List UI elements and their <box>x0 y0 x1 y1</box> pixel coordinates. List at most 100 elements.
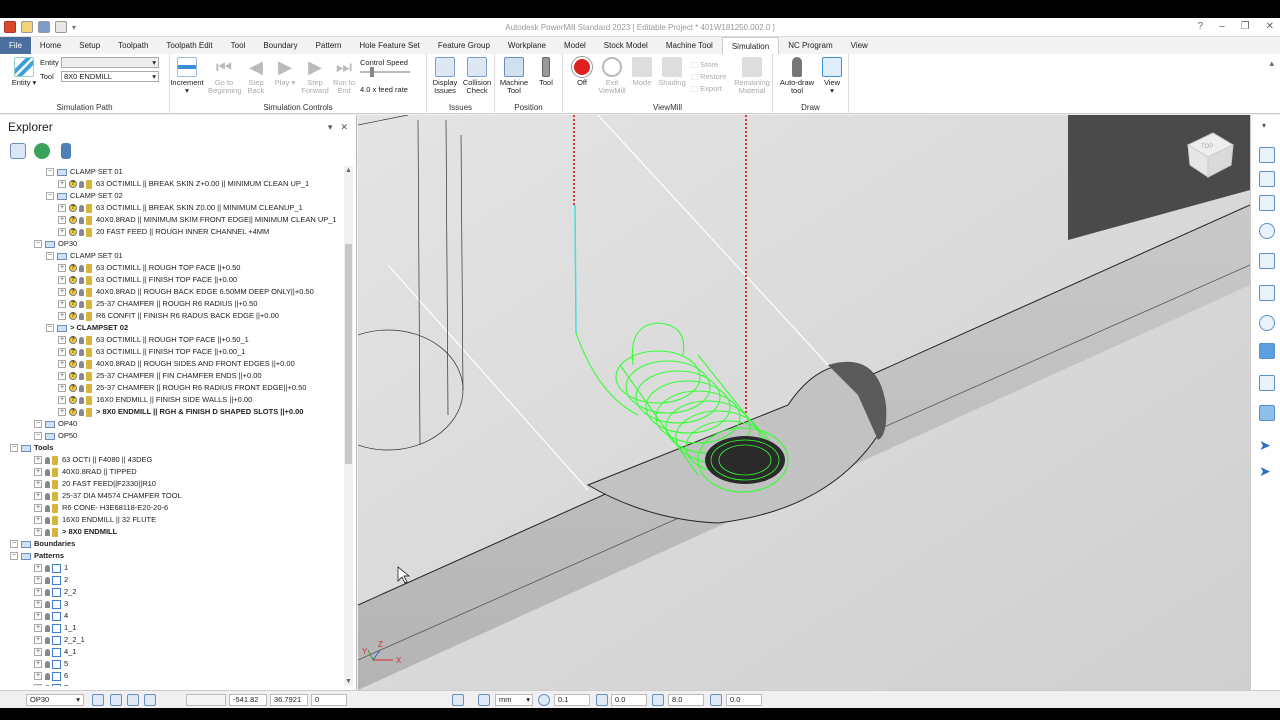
tolerance-field[interactable]: 0.1 <box>554 694 590 706</box>
expand-icon[interactable]: + <box>34 588 42 596</box>
tree-row[interactable]: +2 <box>0 574 343 586</box>
tab-toolpath-edit[interactable]: Toolpath Edit <box>157 37 221 54</box>
lightbulb-icon[interactable] <box>45 588 50 596</box>
lightbulb-icon[interactable] <box>45 624 50 632</box>
explorer-close-icon[interactable]: ✕ <box>340 122 348 133</box>
lightbulb-icon[interactable] <box>45 684 50 686</box>
tree-row[interactable]: +? 63 OCTIMILL || ROUGH TOP FACE ||+0.50_… <box>0 334 343 346</box>
speed-slider-handle[interactable] <box>370 67 374 77</box>
expand-icon[interactable]: − <box>46 192 54 200</box>
tree-row[interactable]: − CLAMP SET 02 <box>0 190 343 202</box>
status-value-3[interactable]: 8.0 <box>668 694 704 706</box>
collision-check-button[interactable]: Collision Check <box>461 57 493 95</box>
lightbulb-icon[interactable] <box>45 516 50 524</box>
lightbulb-icon[interactable] <box>45 504 50 512</box>
lightbulb-icon[interactable] <box>79 276 84 284</box>
lightbulb-icon[interactable] <box>45 480 50 488</box>
lightbulb-icon[interactable] <box>79 288 84 296</box>
tree-row[interactable]: +? 25-37 CHAMFER || FIN CHAMFER ENDS ||+0… <box>0 370 343 382</box>
collapse-ribbon-icon[interactable]: ▴ <box>1269 58 1274 69</box>
tab-pattern[interactable]: Pattern <box>307 37 351 54</box>
hand-icon[interactable] <box>144 694 156 706</box>
expand-icon[interactable]: + <box>34 504 42 512</box>
tree-row[interactable]: +? 63 OCTIMILL || BREAK SKIN Z+0.00 || MI… <box>0 178 343 190</box>
remaining-material-button[interactable]: Remaining Material <box>733 57 771 95</box>
expand-icon[interactable]: − <box>34 240 42 248</box>
expand-icon[interactable]: + <box>58 312 66 320</box>
tree-row[interactable]: +1_1 <box>0 622 343 634</box>
expand-icon[interactable]: + <box>58 300 66 308</box>
restore-button[interactable]: ⬚ Restore <box>691 71 731 83</box>
lightbulb-icon[interactable] <box>79 372 84 380</box>
explorer-scrollbar[interactable]: ▲ ▼ <box>344 166 353 686</box>
lightbulb-icon[interactable] <box>45 660 50 668</box>
expand-icon[interactable]: + <box>58 204 66 212</box>
viewmill-off-button[interactable]: Off <box>567 57 597 87</box>
tree-row[interactable]: +? 25-37 CHAMFER || ROUGH R6 RADIUS ||+0.… <box>0 298 343 310</box>
expand-icon[interactable]: + <box>34 516 42 524</box>
exit-viewmill-button[interactable]: Exit ViewMill <box>597 57 627 95</box>
position-tool-button[interactable]: Tool <box>533 57 559 87</box>
tree-row[interactable]: +4_1 <box>0 646 343 658</box>
tree-row[interactable]: +? 63 OCTIMILL || FINISH TOP FACE ||+0.00… <box>0 346 343 358</box>
lightbulb-icon[interactable] <box>79 180 84 188</box>
view-iso-icon[interactable] <box>1259 147 1275 163</box>
tree-row[interactable]: − Patterns <box>0 550 343 562</box>
shading-button[interactable]: Shading <box>657 57 687 87</box>
lightbulb-icon[interactable] <box>79 348 84 356</box>
offset-icon[interactable] <box>710 694 722 706</box>
expand-icon[interactable]: + <box>34 564 42 572</box>
tab-feature-group[interactable]: Feature Group <box>429 37 499 54</box>
expand-icon[interactable]: + <box>34 624 42 632</box>
store-button[interactable]: ⬚ Store <box>691 59 731 71</box>
lightbulb-icon[interactable] <box>79 408 84 416</box>
tab-simulation[interactable]: Simulation <box>721 37 780 54</box>
snap-icon[interactable] <box>110 694 122 706</box>
lightbulb-icon[interactable] <box>45 636 50 644</box>
expand-icon[interactable]: + <box>34 612 42 620</box>
tree-row[interactable]: +? 25-37 CHAMFER || ROUGH R6 RADIUS FRONT… <box>0 382 343 394</box>
select-pointer-icon[interactable]: ➤ <box>1259 463 1275 479</box>
lightbulb-icon[interactable] <box>45 492 50 500</box>
expand-icon[interactable]: + <box>34 684 42 686</box>
tree-row[interactable]: +16X0 ENDMILL || 32 FLUTE <box>0 514 343 526</box>
transparent-icon[interactable] <box>1259 405 1275 421</box>
entity-select[interactable]: ▾ <box>61 57 159 68</box>
tree-row[interactable]: +5 <box>0 658 343 670</box>
expand-icon[interactable]: + <box>34 492 42 500</box>
lightbulb-icon[interactable] <box>79 228 84 236</box>
play-button[interactable]: ▶ Play ▾ <box>272 57 298 87</box>
expand-icon[interactable]: + <box>34 600 42 608</box>
tree-row[interactable]: − OP50 <box>0 430 343 442</box>
angle-icon[interactable] <box>596 694 608 706</box>
expand-icon[interactable]: + <box>58 360 66 368</box>
expand-icon[interactable]: + <box>58 384 66 392</box>
expand-icon[interactable]: + <box>34 528 42 536</box>
tree-row[interactable]: − OP40 <box>0 418 343 430</box>
expand-icon[interactable]: + <box>58 228 66 236</box>
tree-row[interactable]: +40X0.8RAD || TIPPED <box>0 466 343 478</box>
view-toolbar-dropdown-icon[interactable]: ▾ <box>1262 121 1266 130</box>
expand-icon[interactable]: + <box>34 636 42 644</box>
lightbulb-icon[interactable] <box>45 528 50 536</box>
restore-icon[interactable]: ❐ <box>1241 21 1250 32</box>
lightbulb-icon[interactable] <box>79 396 84 404</box>
tree-row[interactable]: − Tools <box>0 442 343 454</box>
tab-home[interactable]: Home <box>31 37 70 54</box>
lightbulb-icon[interactable] <box>79 300 84 308</box>
increment-button[interactable]: Increment ▾ <box>170 57 204 95</box>
tab-tool[interactable]: Tool <box>222 37 255 54</box>
scroll-up-icon[interactable]: ▲ <box>345 167 352 174</box>
workplane-select[interactable]: OP30 ▾ <box>26 694 84 706</box>
trash-icon[interactable] <box>61 143 71 159</box>
status-value-2[interactable]: 0.0 <box>611 694 647 706</box>
tab-nc-program[interactable]: NC Program <box>779 37 841 54</box>
expand-icon[interactable]: − <box>10 540 18 548</box>
machine-tool-button[interactable]: Machine Tool <box>497 57 531 95</box>
tree-row[interactable]: +? 63 OCTIMILL || BREAK SKIN Z0.00 || MIN… <box>0 202 343 214</box>
step-icon[interactable] <box>652 694 664 706</box>
zoom-fit-icon[interactable] <box>1259 315 1275 331</box>
lightbulb-icon[interactable] <box>45 576 50 584</box>
tree-row[interactable]: +63 OCTI || F4080 || 43DEG <box>0 454 343 466</box>
lightbulb-icon[interactable] <box>79 384 84 392</box>
